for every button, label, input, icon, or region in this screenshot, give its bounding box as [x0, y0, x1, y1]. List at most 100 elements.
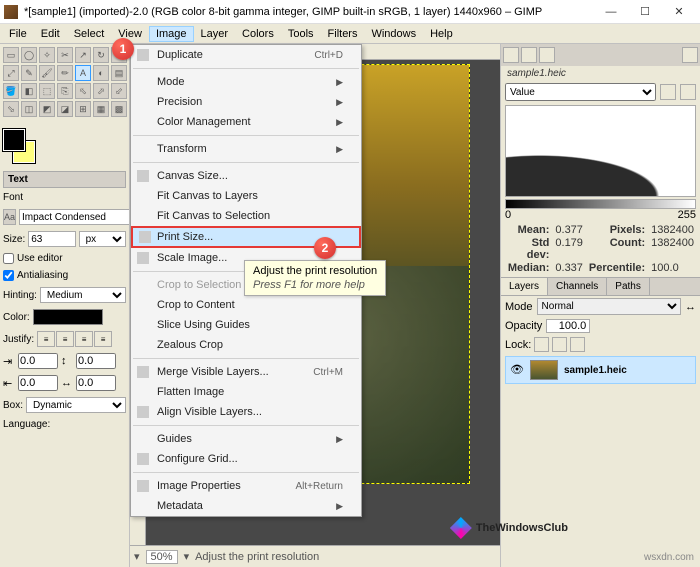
- opacity-value[interactable]: 100.0: [546, 319, 590, 333]
- menu-tools[interactable]: Tools: [281, 26, 321, 42]
- dock-tab-icon[interactable]: [503, 47, 519, 63]
- menu-item-color-management[interactable]: Color Management▶: [131, 112, 361, 132]
- tool-button[interactable]: ✧: [39, 47, 55, 63]
- menu-select[interactable]: Select: [67, 26, 112, 42]
- menu-item-fit-canvas-to-selection[interactable]: Fit Canvas to Selection: [131, 206, 361, 226]
- menu-item-guides[interactable]: Guides▶: [131, 429, 361, 449]
- tab-layers[interactable]: Layers: [501, 278, 548, 295]
- lock-pixels-icon[interactable]: [534, 337, 549, 352]
- tool-button[interactable]: ⤢: [3, 65, 19, 81]
- right-panel: sample1.heic Value 0 255 Mean:0.377Pixel…: [500, 44, 700, 567]
- tool-button[interactable]: ◪: [57, 101, 73, 117]
- indent3-input[interactable]: [18, 375, 58, 391]
- menu-item-metadata[interactable]: Metadata▶: [131, 496, 361, 516]
- dock-tab-icon[interactable]: [539, 47, 555, 63]
- tool-button[interactable]: ✏: [57, 65, 73, 81]
- menu-help[interactable]: Help: [423, 26, 460, 42]
- tool-button[interactable]: 🪣: [3, 83, 19, 99]
- layer-item[interactable]: 👁 sample1.heic: [505, 356, 696, 384]
- indent1-input[interactable]: [18, 353, 58, 369]
- menu-image[interactable]: Image: [149, 26, 194, 42]
- menu-item-merge-visible-layers[interactable]: Merge Visible Layers...Ctrl+M: [131, 362, 361, 382]
- use-editor-checkbox[interactable]: [3, 253, 14, 264]
- tool-button[interactable]: ⬀: [93, 83, 109, 99]
- eye-icon[interactable]: 👁: [510, 363, 524, 377]
- antialias-checkbox[interactable]: [3, 270, 14, 281]
- zoom-level[interactable]: 50%: [146, 550, 178, 564]
- tool-button[interactable]: 🖌: [39, 65, 55, 81]
- justify-right-button[interactable]: ≡: [56, 331, 74, 347]
- tool-button[interactable]: ⬃: [111, 83, 127, 99]
- menu-item-precision[interactable]: Precision▶: [131, 92, 361, 112]
- justify-fill-button[interactable]: ≡: [94, 331, 112, 347]
- dock-menu-icon[interactable]: [682, 47, 698, 63]
- histogram-log-icon[interactable]: [680, 84, 696, 100]
- histogram[interactable]: [505, 105, 696, 197]
- justify-left-button[interactable]: ≡: [37, 331, 55, 347]
- size-input[interactable]: [28, 231, 75, 247]
- menu-item-duplicate[interactable]: DuplicateCtrl+D: [131, 45, 361, 65]
- menu-layer[interactable]: Layer: [194, 26, 236, 42]
- histogram-channel-select[interactable]: Value: [505, 83, 656, 101]
- menu-windows[interactable]: Windows: [364, 26, 423, 42]
- tool-button[interactable]: ◧: [21, 83, 37, 99]
- tool-button[interactable]: ⬂: [3, 101, 19, 117]
- menu-item-slice-using-guides[interactable]: Slice Using Guides: [131, 315, 361, 335]
- menu-item-transform[interactable]: Transform▶: [131, 139, 361, 159]
- tool-button[interactable]: ↗: [75, 47, 91, 63]
- size-unit-select[interactable]: px: [79, 231, 126, 247]
- tool-button[interactable]: ▭: [3, 47, 19, 63]
- color-swatches[interactable]: [3, 129, 43, 163]
- indent4-input[interactable]: [76, 375, 116, 391]
- tool-button[interactable]: ◐: [93, 65, 109, 81]
- menu-filters[interactable]: Filters: [321, 26, 365, 42]
- tab-channels[interactable]: Channels: [548, 278, 607, 295]
- box-select[interactable]: Dynamic: [26, 397, 126, 413]
- menu-item-crop-to-content[interactable]: Crop to Content: [131, 295, 361, 315]
- tool-button[interactable]: ↻: [93, 47, 109, 63]
- tool-button[interactable]: ✂: [57, 47, 73, 63]
- layer-name[interactable]: sample1.heic: [564, 365, 627, 376]
- menu-item-align-visible-layers[interactable]: Align Visible Layers...: [131, 402, 361, 422]
- tab-paths[interactable]: Paths: [607, 278, 650, 295]
- menu-item-zealous-crop[interactable]: Zealous Crop: [131, 335, 361, 355]
- hinting-select[interactable]: Medium: [40, 287, 126, 303]
- menu-colors[interactable]: Colors: [235, 26, 281, 42]
- tool-button[interactable]: A: [75, 65, 91, 81]
- menu-item-label: Metadata: [157, 500, 203, 512]
- box-label: Box:: [3, 400, 23, 411]
- menu-file[interactable]: File: [2, 26, 34, 42]
- menu-item-fit-canvas-to-layers[interactable]: Fit Canvas to Layers: [131, 186, 361, 206]
- tool-button[interactable]: ◫: [21, 101, 37, 117]
- menu-edit[interactable]: Edit: [34, 26, 67, 42]
- font-input[interactable]: [19, 209, 130, 225]
- maximize-button[interactable]: ☐: [628, 1, 662, 23]
- menu-item-configure-grid[interactable]: Configure Grid...: [131, 449, 361, 469]
- tool-button[interactable]: ▦: [93, 101, 109, 117]
- tool-button[interactable]: ▩: [111, 101, 127, 117]
- menu-item-mode[interactable]: Mode▶: [131, 72, 361, 92]
- tool-button[interactable]: ⊞: [75, 101, 91, 117]
- fg-color-swatch[interactable]: [3, 129, 25, 151]
- histogram-linear-icon[interactable]: [660, 84, 676, 100]
- tool-button[interactable]: ⬁: [75, 83, 91, 99]
- minimize-button[interactable]: —: [594, 1, 628, 23]
- indent2-input[interactable]: [76, 353, 116, 369]
- tool-button[interactable]: ⬚: [39, 83, 55, 99]
- justify-center-button[interactable]: ≡: [75, 331, 93, 347]
- tool-button[interactable]: ◯: [21, 47, 37, 63]
- tool-button[interactable]: ✎: [21, 65, 37, 81]
- close-button[interactable]: ✕: [662, 1, 696, 23]
- tool-button[interactable]: ▤: [111, 65, 127, 81]
- menu-item-flatten-image[interactable]: Flatten Image: [131, 382, 361, 402]
- lock-alpha-icon[interactable]: [570, 337, 585, 352]
- tool-button[interactable]: ⎘: [57, 83, 73, 99]
- menu-item-canvas-size[interactable]: Canvas Size...: [131, 166, 361, 186]
- font-icon[interactable]: Aa: [3, 209, 16, 225]
- mode-select[interactable]: Normal: [537, 298, 681, 315]
- text-color-box[interactable]: [33, 309, 103, 325]
- dock-tab-icon[interactable]: [521, 47, 537, 63]
- tool-button[interactable]: ◩: [39, 101, 55, 117]
- lock-position-icon[interactable]: [552, 337, 567, 352]
- menu-item-image-properties[interactable]: Image PropertiesAlt+Return: [131, 476, 361, 496]
